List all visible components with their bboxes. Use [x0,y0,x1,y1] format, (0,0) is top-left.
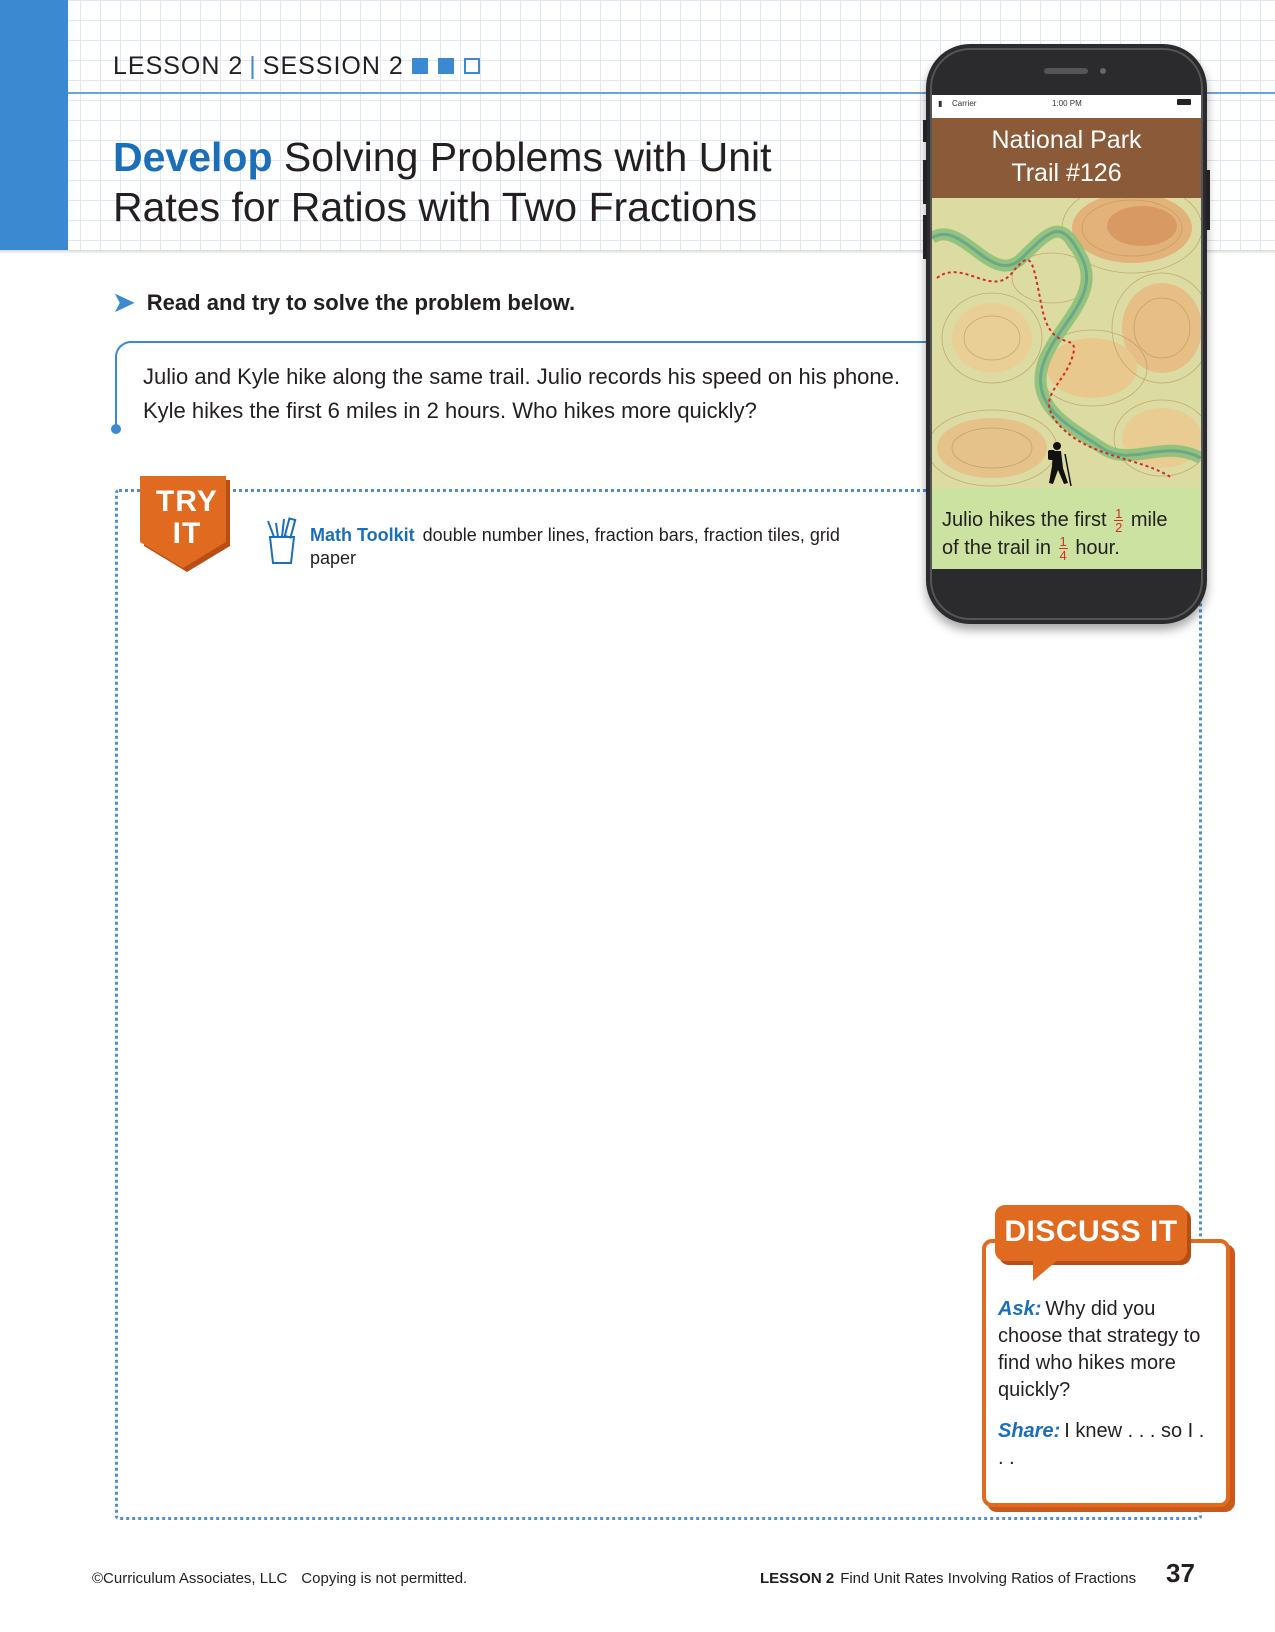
arrow-icon: ➤ [113,287,135,317]
discuss-tab-tail [1033,1259,1059,1281]
footer-right: LESSON 2 Find Unit Rates Involving Ratios… [760,1570,1136,1587]
fraction-numerator: 1 [1114,506,1124,522]
pencil-cup-icon [267,517,297,564]
share-label: Share: [998,1420,1061,1442]
fraction-denominator: 2 [1115,520,1123,536]
park-header: National Park Trail #126 [932,118,1201,198]
caption-line2: of the trail in 14 hour. [942,534,1200,562]
discuss-body: Ask: Why did you choose that strategy to … [998,1296,1208,1486]
problem-bracket-dot [111,424,121,434]
try-it-label: TRY IT [140,486,234,550]
instruction: ➤ Read and try to solve the problem belo… [113,287,575,318]
instruction-text: Read and try to solve the problem below. [146,289,576,315]
try-label-line1: TRY [156,485,218,518]
footer-lesson: LESSON 2 [760,1570,835,1587]
fraction-numerator: 1 [1058,534,1068,550]
session-label: SESSION 2 [262,52,404,80]
page-title: Develop Solving Problems with Unit Rates… [113,132,833,232]
phone-camera [1100,68,1106,74]
label-separator: | [249,52,257,80]
phone-side-button [923,215,927,259]
fraction-one-quarter: 14 [1058,534,1068,564]
session-progress [412,58,480,74]
caption-part2: mile [1130,509,1168,531]
caption-line1: Julio hikes the first 12 mile [942,506,1200,534]
lesson-session-label: LESSON 2 | SESSION 2 [113,52,404,81]
phone-side-button [923,160,927,204]
status-time: 1:00 PM [1052,99,1082,108]
fraction-denominator: 4 [1059,548,1067,564]
session-square-1 [412,58,428,74]
copy-notice: Copying is not permitted. [301,1570,468,1587]
trail-number: Trail #126 [1011,159,1122,187]
phone-caption: Julio hikes the first 12 mile of the tra… [942,506,1200,562]
park-name: National Park [991,126,1142,154]
left-accent-bar [0,0,68,250]
battery-icon [1177,99,1191,105]
title-keyword: Develop [113,134,273,180]
carrier-label: Carrier [952,99,977,108]
toolkit-label: Math Toolkit [310,525,415,545]
lesson-label: LESSON 2 [113,52,244,80]
math-toolkit: Math Toolkit double number lines, fractio… [310,524,870,570]
signal-icon: ▮ [938,99,943,108]
caption-part4: hour. [1075,537,1120,560]
footer-lesson-title: Find Unit Rates Involving Ratios of Frac… [840,1570,1137,1587]
session-square-3 [464,58,480,74]
share-prompt: Share: I knew . . . so I . . . [998,1418,1208,1472]
phone-side-button [923,120,927,142]
phone-screen: ▮ Carrier 1:00 PM National Park Trail #1… [932,95,1201,569]
copyright: ©Curriculum Associates, LLC [92,1570,288,1587]
status-bar: ▮ Carrier 1:00 PM [932,95,1201,113]
fraction-one-half: 12 [1114,506,1124,536]
topographic-map [932,198,1201,488]
ask-label: Ask: [998,1298,1042,1320]
problem-text: Julio and Kyle hike along the same trail… [143,364,901,423]
try-label-line2: IT [172,517,202,550]
page-number: 37 [1166,1558,1195,1588]
footer-left: ©Curriculum Associates, LLC Copying is no… [92,1570,467,1587]
discuss-title: DISCUSS IT [1004,1215,1178,1248]
session-square-2 [438,58,454,74]
caption-part1: Julio hikes the first [942,509,1107,531]
ask-prompt: Ask: Why did you choose that strategy to … [998,1296,1208,1404]
caption-part3: of the trail in [942,537,1051,560]
phone-speaker [1044,68,1088,74]
phone-side-button [1206,170,1210,230]
